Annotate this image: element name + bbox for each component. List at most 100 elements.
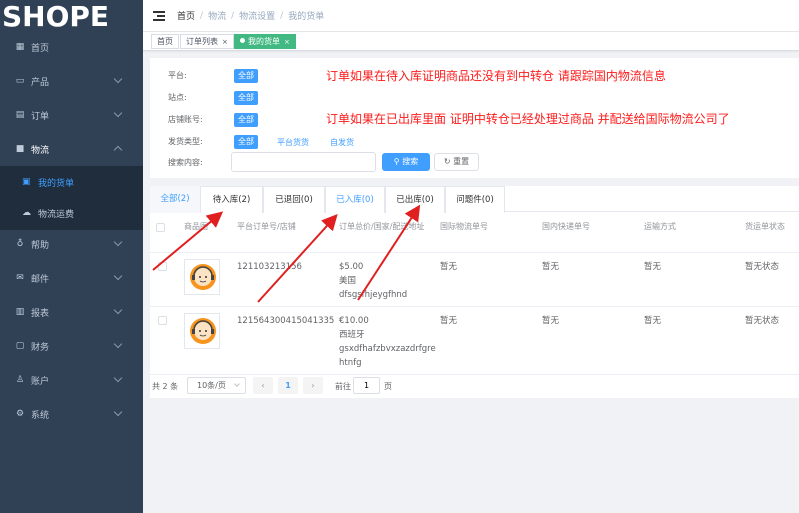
sidebar-item-mail[interactable]: ✉ 邮件 <box>0 261 143 295</box>
domestic-tracking-no: 暂无 <box>542 262 560 272</box>
sidebar-item-system[interactable]: ⚙ 系统 <box>0 397 143 431</box>
chevron-down-icon <box>113 74 123 84</box>
shipment-status: 暂无状态 <box>745 316 780 326</box>
sidebar-item-product[interactable]: ▭ 产品 <box>0 64 143 98</box>
refresh-icon: ↻ <box>443 157 454 166</box>
sidebar-item-label: 物流 <box>31 145 50 156</box>
sidebar-item-label: 系统 <box>31 410 50 421</box>
filter-panel: 平台: 全部 站点: 全部 店铺账号: 全部 发货类型: 全部 平台货货 自发货… <box>150 58 799 178</box>
header-order-no: 平台订单号/店铺 <box>237 222 296 231</box>
transport-method: 暂无 <box>644 262 662 272</box>
shipping-icon: ☁ <box>22 208 31 218</box>
intl-tracking-no: 暂无 <box>440 316 458 326</box>
select-all-checkbox[interactable] <box>156 223 165 232</box>
ship-type-platform[interactable]: 平台货货 <box>277 137 309 148</box>
shipment-table-card: 全部(2) 待入库(2) 已退回(0) 已入库(0) 已出库(0) 问题件(0)… <box>150 186 799 398</box>
order-price: €10.00 <box>339 316 369 326</box>
search-button[interactable]: ⚲ 搜索 <box>382 153 430 171</box>
tab-problem[interactable]: 问题件(0) <box>445 186 505 213</box>
chevron-down-icon <box>113 237 123 247</box>
reset-button[interactable]: ↻ 重置 <box>434 153 479 171</box>
sidebar-item-finance[interactable]: ▢ 财务 <box>0 329 143 363</box>
order-number: 121103213156 <box>237 262 302 272</box>
sidebar-item-label: 首页 <box>31 43 50 54</box>
tag-home[interactable]: 首页 <box>151 34 179 49</box>
breadcrumb-logistics[interactable]: 物流 <box>208 9 226 22</box>
annotation-note-1: 订单如果在待入库证明商品还没有到中转仓 请跟踪国内物流信息 <box>326 69 666 83</box>
header-status: 货运单状态 <box>745 222 785 231</box>
page-number-current[interactable]: 1 <box>278 377 298 394</box>
platform-all-chip[interactable]: 全部 <box>234 69 258 83</box>
page-size-select[interactable]: 10条/页 <box>187 377 246 394</box>
status-tabs: 全部(2) 待入库(2) 已退回(0) 已入库(0) 已出库(0) 问题件(0) <box>150 186 799 213</box>
breadcrumb-home[interactable]: 首页 <box>177 9 195 22</box>
app-logo: SHOPE <box>2 0 110 33</box>
user-icon: ♙ <box>15 375 25 385</box>
tab-inbound[interactable]: 已入库(0) <box>325 186 385 213</box>
top-navbar: 首页 / 物流 / 物流设置 / 我的货单 <box>143 0 799 32</box>
tab-outbound[interactable]: 已出库(0) <box>385 186 445 213</box>
sidebar-item-logistics[interactable]: ■ 物流 <box>0 132 143 166</box>
transport-method: 暂无 <box>644 316 662 326</box>
sidebar-item-label: 邮件 <box>31 274 50 285</box>
sidebar-submenu-logistics: ▣ 我的货单 ☁ 物流运费 <box>0 166 143 230</box>
sidebar-item-account[interactable]: ♙ 账户 <box>0 363 143 397</box>
order-price: $5.00 <box>339 262 364 272</box>
tag-my-shipments[interactable]: 我的货单 × <box>234 34 296 49</box>
chevron-down-icon <box>113 108 123 118</box>
close-icon[interactable]: × <box>222 38 228 46</box>
sidebar-item-shipping-fee[interactable]: ☁ 物流运费 <box>0 198 143 228</box>
sidebar-item-my-shipments[interactable]: ▣ 我的货单 <box>0 167 143 197</box>
sidebar-item-label: 财务 <box>31 342 50 353</box>
hamburger-icon[interactable] <box>153 10 165 21</box>
sidebar-item-home[interactable]: ▦ 首页 <box>0 30 143 64</box>
report-icon: ▥ <box>15 307 25 317</box>
sidebar-item-label: 帮助 <box>31 240 50 251</box>
breadcrumb-logistics-settings[interactable]: 物流设置 <box>239 9 275 22</box>
sidebar-item-label: 账户 <box>31 376 50 387</box>
truck-icon: ■ <box>15 144 25 154</box>
mail-icon: ✉ <box>16 273 24 283</box>
chevron-down-icon <box>113 305 123 315</box>
sidebar-item-label: 订单 <box>31 111 50 122</box>
annotation-note-2: 订单如果在已出库里面 证明中转仓已经处理过商品 并配送给国际物流公司了 <box>326 112 730 126</box>
prev-page-button[interactable]: ‹ <box>253 377 273 394</box>
account-label: 店铺账号: <box>168 115 203 124</box>
ship-type-all-chip[interactable]: 全部 <box>234 135 258 149</box>
shipment-status: 暂无状态 <box>745 262 780 272</box>
goto-page-input[interactable] <box>353 377 380 394</box>
ship-type-self[interactable]: 自发货 <box>330 137 354 148</box>
sidebar-item-label: 物流运费 <box>38 209 75 220</box>
chevron-down-icon <box>113 271 123 281</box>
breadcrumb: 首页 / 物流 / 物流设置 / 我的货单 <box>177 9 325 23</box>
sidebar-item-label: 报表 <box>31 308 50 319</box>
tab-returned[interactable]: 已退回(0) <box>263 186 325 213</box>
order-address: gsxdfhafzbvxzazdrfgrehtnfg <box>339 344 436 368</box>
next-page-button[interactable]: › <box>303 377 323 394</box>
sidebar-item-order[interactable]: ▤ 订单 <box>0 98 143 132</box>
order-address: dfsgsfhjeygfhnd <box>339 290 408 300</box>
sidebar-item-report[interactable]: ▥ 报表 <box>0 295 143 329</box>
pagination: 共 2 条 10条/页 ‹ 1 › 前往 页 <box>150 376 799 396</box>
tab-pending-inbound[interactable]: 待入库(2) <box>200 186 263 213</box>
close-icon[interactable]: × <box>284 38 290 46</box>
tab-all[interactable]: 全部(2) <box>150 186 200 213</box>
page-suffix: 页 <box>384 382 392 391</box>
account-all-chip[interactable]: 全部 <box>234 113 258 127</box>
product-thumbnail <box>184 259 220 295</box>
row-checkbox[interactable] <box>158 316 167 325</box>
chevron-up-icon <box>113 145 123 155</box>
order-icon: ▤ <box>15 110 25 120</box>
sidebar-item-help[interactable]: ♁ 帮助 <box>0 227 143 261</box>
tag-order-list[interactable]: 订单列表 × <box>180 34 234 49</box>
search-input[interactable] <box>231 152 376 172</box>
customer-service-icon <box>190 264 216 290</box>
chevron-down-icon <box>113 373 123 383</box>
site-all-chip[interactable]: 全部 <box>234 91 258 105</box>
site-label: 站点: <box>168 93 187 102</box>
domestic-tracking-no: 暂无 <box>542 316 560 326</box>
breadcrumb-current: 我的货单 <box>288 12 325 22</box>
sidebar-item-label: 产品 <box>31 77 50 88</box>
row-checkbox[interactable] <box>158 262 167 271</box>
platform-label: 平台: <box>168 71 187 80</box>
